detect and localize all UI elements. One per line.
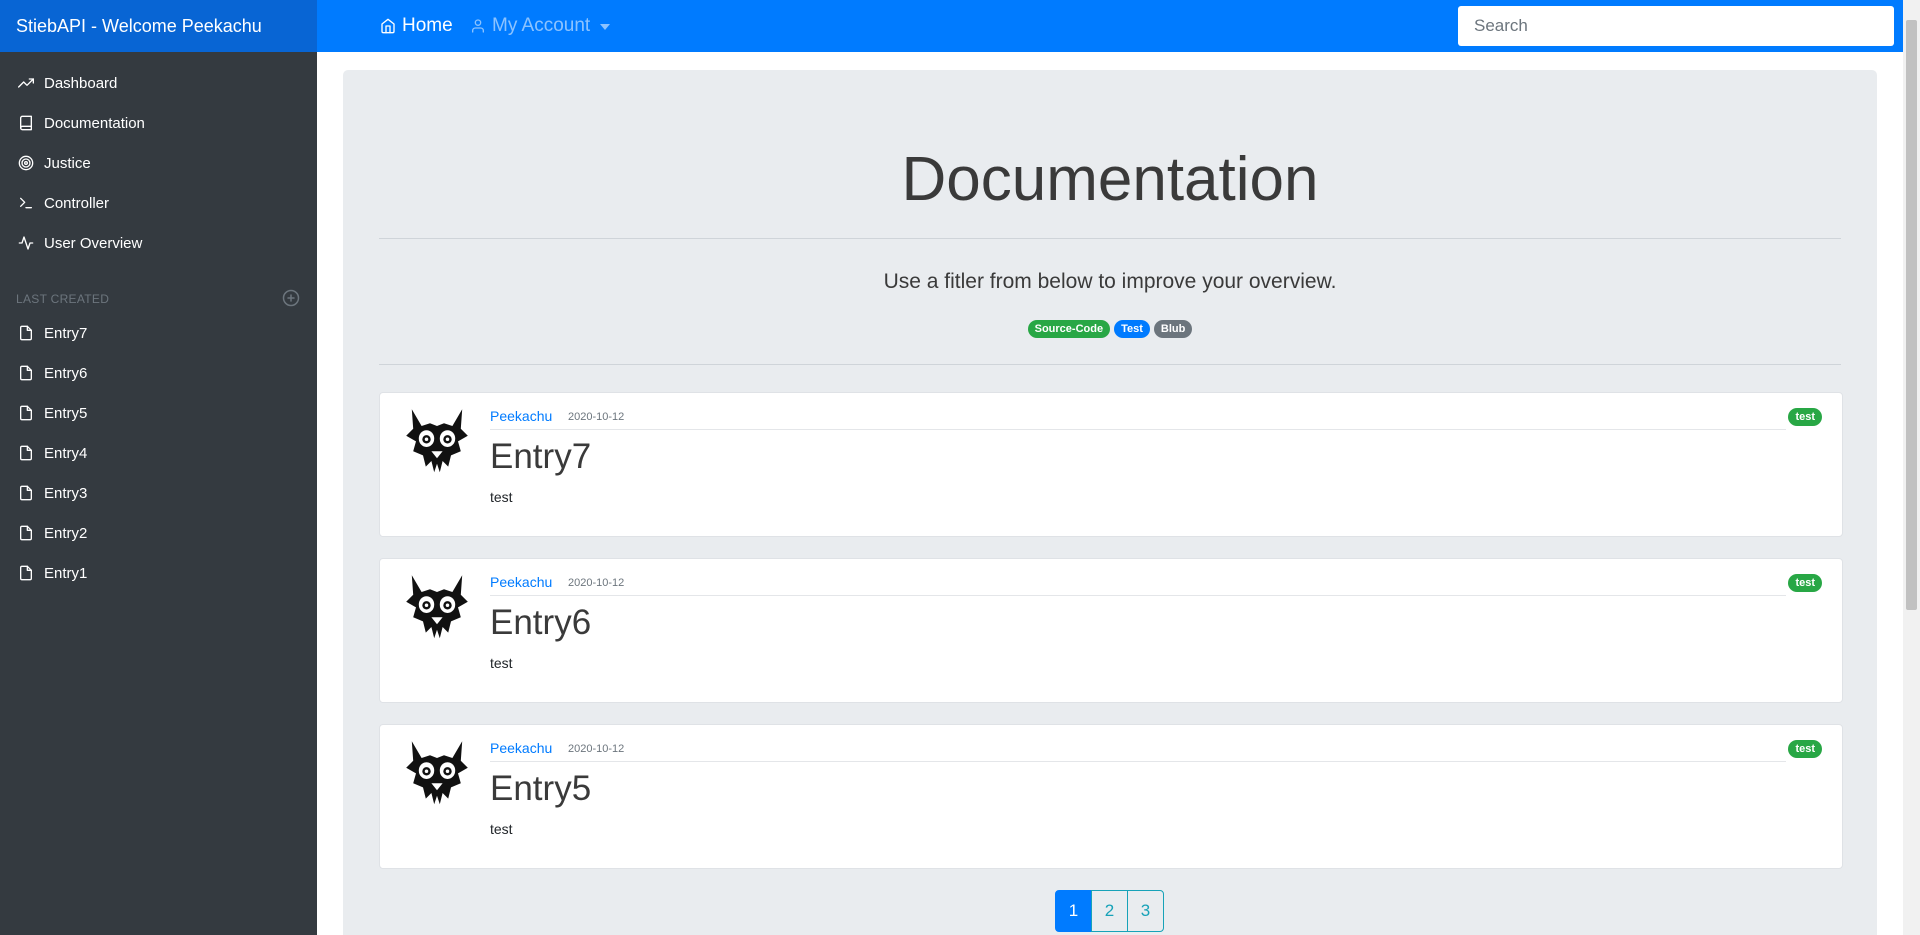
post-title[interactable]: Entry6 [490, 603, 591, 643]
pagination: 1 2 3 [1055, 890, 1164, 932]
sidebar-item-controller[interactable]: Controller [18, 192, 109, 214]
sidebar-entry-label: Entry6 [44, 364, 88, 382]
post-card: Peekachu 2020-10-12 test Entry7 test [379, 392, 1843, 537]
file-icon [20, 405, 32, 421]
sidebar-entry[interactable]: Entry6 [18, 362, 87, 384]
filter-badge-test[interactable]: Test [1114, 320, 1150, 338]
sidebar: Dashboard Documentation Justice Controll… [0, 52, 317, 935]
post-card: Peekachu 2020-10-12 test Entry5 test [379, 724, 1843, 869]
post-text: test [490, 655, 513, 671]
mask-avatar-icon [406, 741, 468, 805]
sidebar-item-label: User Overview [44, 234, 143, 252]
sidebar-entry[interactable]: Entry3 [18, 482, 87, 504]
sidebar-item-label: Controller [44, 194, 110, 212]
sidebar-item-user-overview[interactable]: User Overview [18, 232, 142, 254]
divider [490, 595, 1786, 596]
sidebar-item-documentation[interactable]: Documentation [18, 112, 145, 134]
home-icon [381, 18, 395, 34]
book-icon [20, 115, 32, 131]
activity-icon [18, 236, 34, 250]
sidebar-entry[interactable]: Entry2 [18, 522, 87, 544]
sidebar-entry-label: Entry2 [44, 524, 88, 542]
post-tag-badge[interactable]: test [1788, 408, 1822, 426]
sidebar-entry-label: Entry1 [44, 564, 88, 582]
file-icon [20, 325, 32, 341]
trending-up-icon [18, 78, 34, 88]
lead-text: Use a fitler from below to improve your … [883, 270, 1337, 293]
user-icon [472, 19, 484, 33]
page-scrollbar[interactable] [1903, 0, 1920, 935]
post-date: 2020-10-12 [568, 743, 625, 755]
file-icon [20, 445, 32, 461]
sidebar-item-label: Dashboard [44, 74, 118, 92]
terminal-icon [20, 197, 32, 209]
sidebar-entry[interactable]: Entry7 [18, 322, 87, 344]
sidebar-entry-label: Entry7 [44, 324, 88, 342]
sidebar-entry[interactable]: Entry5 [18, 402, 87, 424]
divider [490, 429, 1786, 430]
post-title[interactable]: Entry7 [490, 437, 591, 477]
filter-badge-source-code[interactable]: Source-Code [1027, 320, 1111, 338]
file-icon [20, 525, 32, 541]
divider [379, 238, 1841, 239]
post-title[interactable]: Entry5 [490, 769, 591, 809]
nav-home-label: Home [402, 15, 453, 36]
mask-avatar-icon [406, 575, 468, 639]
post-text: test [490, 489, 513, 505]
sidebar-item-label: Documentation [44, 114, 145, 132]
sidebar-entry[interactable]: Entry4 [18, 442, 87, 464]
caret-down-icon [600, 24, 611, 30]
main-content: Documentation Use a fitler from below to… [343, 70, 1877, 935]
sidebar-item-dashboard[interactable]: Dashboard [18, 72, 117, 94]
page-button-2[interactable]: 2 [1091, 890, 1128, 932]
nav-home-link[interactable]: Home [380, 0, 453, 52]
post-card: Peekachu 2020-10-12 test Entry6 test [379, 558, 1843, 703]
sidebar-entry-label: Entry5 [44, 404, 88, 422]
sidebar-entry[interactable]: Entry1 [18, 562, 87, 584]
scrollbar-thumb[interactable] [1906, 20, 1917, 610]
file-icon [20, 565, 32, 581]
sidebar-item-justice[interactable]: Justice [18, 152, 91, 174]
page-title: Documentation [901, 145, 1319, 214]
sidebar-entry-label: Entry4 [44, 444, 88, 462]
nav-account-dropdown[interactable]: My Account [470, 0, 611, 52]
post-date: 2020-10-12 [568, 577, 625, 589]
post-author-link[interactable]: Peekachu [490, 408, 552, 424]
post-author-link[interactable]: Peekachu [490, 574, 552, 590]
sidebar-section-heading: LAST CREATED [16, 292, 110, 306]
post-text: test [490, 821, 513, 837]
sidebar-entry-label: Entry3 [44, 484, 88, 502]
divider [490, 761, 1786, 762]
nav-account-label: My Account [492, 15, 591, 36]
file-icon [20, 485, 32, 501]
target-icon [18, 155, 34, 171]
brand-title[interactable]: StiebAPI - Welcome Peekachu [0, 0, 317, 52]
filter-badge-blub[interactable]: Blub [1153, 320, 1193, 338]
post-author-link[interactable]: Peekachu [490, 740, 552, 756]
filter-badges: Source-Code Test Blub [343, 320, 1877, 338]
page-button-3[interactable]: 3 [1127, 890, 1164, 932]
divider [379, 364, 1841, 365]
page-button-1[interactable]: 1 [1055, 890, 1092, 932]
top-navbar: StiebAPI - Welcome Peekachu Home My Acco… [0, 0, 1903, 52]
add-circle-icon[interactable] [282, 289, 300, 307]
post-date: 2020-10-12 [568, 411, 625, 423]
mask-avatar-icon [406, 409, 468, 473]
file-icon [20, 365, 32, 381]
sidebar-item-label: Justice [44, 154, 91, 172]
post-tag-badge[interactable]: test [1788, 740, 1822, 758]
post-tag-badge[interactable]: test [1788, 574, 1822, 592]
search-input[interactable] [1458, 6, 1894, 46]
